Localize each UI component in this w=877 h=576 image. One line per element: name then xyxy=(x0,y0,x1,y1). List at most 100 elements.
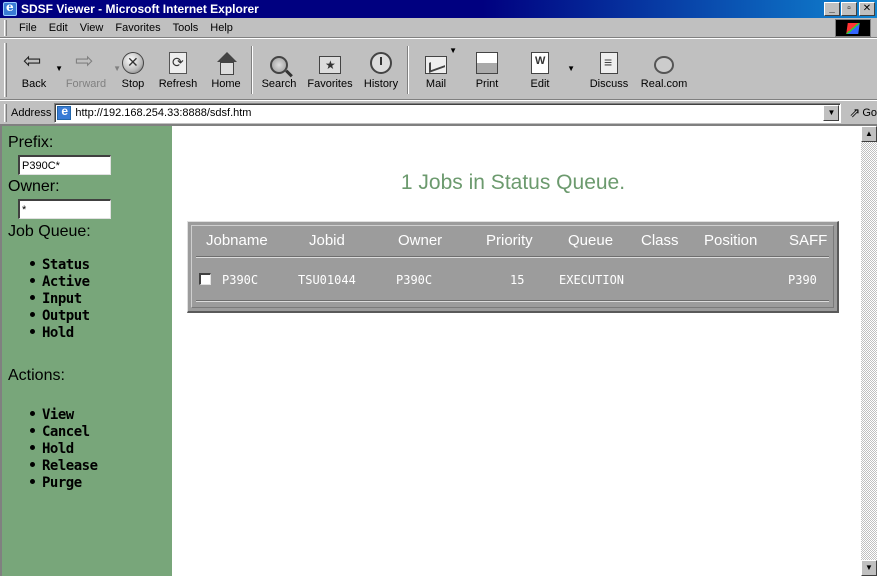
prefix-input[interactable] xyxy=(18,155,111,175)
queue-link-hold[interactable]: Hold xyxy=(42,325,74,341)
action-link-hold[interactable]: Hold xyxy=(42,441,74,457)
prefix-label: Prefix: xyxy=(8,134,54,151)
queue-item-active[interactable]: Active xyxy=(30,274,172,291)
edit-button[interactable]: Edit ▼ xyxy=(515,40,575,96)
menu-edit[interactable]: Edit xyxy=(43,22,74,34)
stop-button[interactable]: Stop xyxy=(115,40,151,96)
bullet-icon xyxy=(30,478,35,484)
action-item-purge[interactable]: Purge xyxy=(30,475,172,492)
scroll-down-icon[interactable]: ▼ xyxy=(861,560,877,576)
job-select-checkbox[interactable] xyxy=(199,273,211,285)
queue-item-status[interactable]: Status xyxy=(30,257,172,274)
menu-tools[interactable]: Tools xyxy=(167,22,205,34)
maximize-button[interactable]: ▫ xyxy=(841,2,857,16)
favorites-button[interactable]: Favorites xyxy=(301,40,359,96)
vertical-scrollbar[interactable]: ▲ ▼ xyxy=(861,126,877,576)
toolbar-separator xyxy=(407,46,409,94)
queue-item-output[interactable]: Output xyxy=(30,308,172,325)
action-item-cancel[interactable]: Cancel xyxy=(30,424,172,441)
edit-label: Edit xyxy=(530,78,550,90)
queue-link-input[interactable]: Input xyxy=(42,291,82,307)
action-item-view[interactable]: View xyxy=(30,407,172,424)
owner-input[interactable] xyxy=(18,199,111,219)
window-controls: _ ▫ ✕ xyxy=(823,2,875,16)
mail-button[interactable]: Mail ▼ xyxy=(413,40,459,96)
stop-icon xyxy=(122,52,144,74)
home-icon xyxy=(215,52,237,75)
page-icon xyxy=(57,104,72,120)
realcom-button[interactable]: Real.com xyxy=(641,40,687,96)
go-button[interactable]: ⇗ Go xyxy=(849,105,877,121)
actions-label: Actions: xyxy=(8,367,65,384)
menu-file[interactable]: File xyxy=(13,22,43,34)
actions-list: View Cancel Hold Release Purge xyxy=(30,407,172,492)
mail-dropdown-icon[interactable]: ▼ xyxy=(449,46,457,55)
search-button[interactable]: Search xyxy=(257,40,301,96)
action-link-release[interactable]: Release xyxy=(42,458,98,474)
home-button[interactable]: Home xyxy=(205,40,247,96)
column-header-position: Position xyxy=(704,232,758,249)
sidebar: Prefix: Owner: Job Queue: Status Active … xyxy=(2,126,172,576)
menu-favorites[interactable]: Favorites xyxy=(109,22,166,34)
queue-item-input[interactable]: Input xyxy=(30,291,172,308)
refresh-button[interactable]: Refresh xyxy=(151,40,205,96)
action-link-purge[interactable]: Purge xyxy=(42,475,82,491)
column-header-jobname: Jobname xyxy=(206,232,268,249)
print-icon xyxy=(476,52,498,74)
cell-priority: 15 xyxy=(510,273,525,287)
jobs-table-inner: Jobname Jobid Owner Priority Queue Class… xyxy=(191,225,834,308)
queue-link-output[interactable]: Output xyxy=(42,308,90,324)
queue-list: Status Active Input Output Hold xyxy=(30,257,172,342)
menubar-grip[interactable] xyxy=(4,19,7,36)
address-dropdown-icon[interactable]: ▼ xyxy=(823,105,840,121)
menu-help[interactable]: Help xyxy=(204,22,239,34)
refresh-icon xyxy=(169,52,187,74)
action-link-view[interactable]: View xyxy=(42,407,74,423)
action-item-hold[interactable]: Hold xyxy=(30,441,172,458)
close-button[interactable]: ✕ xyxy=(859,2,875,16)
print-button[interactable]: Print xyxy=(459,40,515,96)
toolbar-separator xyxy=(251,46,253,94)
discuss-icon xyxy=(600,52,618,74)
queue-link-status[interactable]: Status xyxy=(42,257,90,273)
toolbar-grip[interactable] xyxy=(4,43,7,97)
column-header-owner: Owner xyxy=(398,232,443,249)
go-label: Go xyxy=(862,107,877,119)
action-link-cancel[interactable]: Cancel xyxy=(42,424,90,440)
bullet-icon xyxy=(30,427,35,433)
discuss-label: Discuss xyxy=(589,78,629,90)
ie-logo-icon[interactable] xyxy=(3,0,17,16)
address-input[interactable]: http://192.168.254.33:8888/sdsf.htm ▼ xyxy=(54,103,842,123)
table-divider xyxy=(196,256,829,258)
queue-item-hold[interactable]: Hold xyxy=(30,325,172,342)
windows-logo-icon xyxy=(835,19,871,37)
page-title: 1 Jobs in Status Queue. xyxy=(400,171,626,194)
column-header-priority: Priority xyxy=(486,232,533,249)
history-button[interactable]: History xyxy=(359,40,403,96)
back-button[interactable]: Back ▼ xyxy=(11,40,63,96)
minimize-button[interactable]: _ xyxy=(824,2,840,16)
mail-label: Mail xyxy=(425,78,447,90)
back-label: Back xyxy=(21,78,47,90)
queue-link-active[interactable]: Active xyxy=(42,274,90,290)
forward-button[interactable]: Forward ▼ xyxy=(57,40,121,96)
menu-view[interactable]: View xyxy=(74,22,110,34)
go-arrow-icon: ⇗ xyxy=(849,105,861,120)
action-item-release[interactable]: Release xyxy=(30,458,172,475)
standard-toolbar: Back ▼ Forward ▼ Stop Refresh Home Searc… xyxy=(0,40,877,100)
edit-dropdown-icon[interactable]: ▼ xyxy=(567,64,575,73)
window-title-bar[interactable]: SDSF Viewer - Microsoft Internet Explore… xyxy=(0,0,877,18)
discuss-button[interactable]: Discuss xyxy=(577,40,641,96)
search-label: Search xyxy=(261,78,297,90)
addressbar-grip[interactable] xyxy=(4,104,7,122)
page-content: Prefix: Owner: Job Queue: Status Active … xyxy=(0,124,877,576)
address-label: Address xyxy=(10,107,52,119)
scroll-up-icon[interactable]: ▲ xyxy=(861,126,877,142)
cell-owner: P390C xyxy=(396,273,433,287)
column-header-saff: SAFF xyxy=(789,232,828,249)
address-url[interactable]: http://192.168.254.33:8888/sdsf.htm xyxy=(75,107,251,119)
owner-label: Owner: xyxy=(8,178,60,195)
back-arrow-icon xyxy=(23,48,45,74)
job-queue-label: Job Queue: xyxy=(8,223,91,240)
search-icon xyxy=(270,56,288,74)
